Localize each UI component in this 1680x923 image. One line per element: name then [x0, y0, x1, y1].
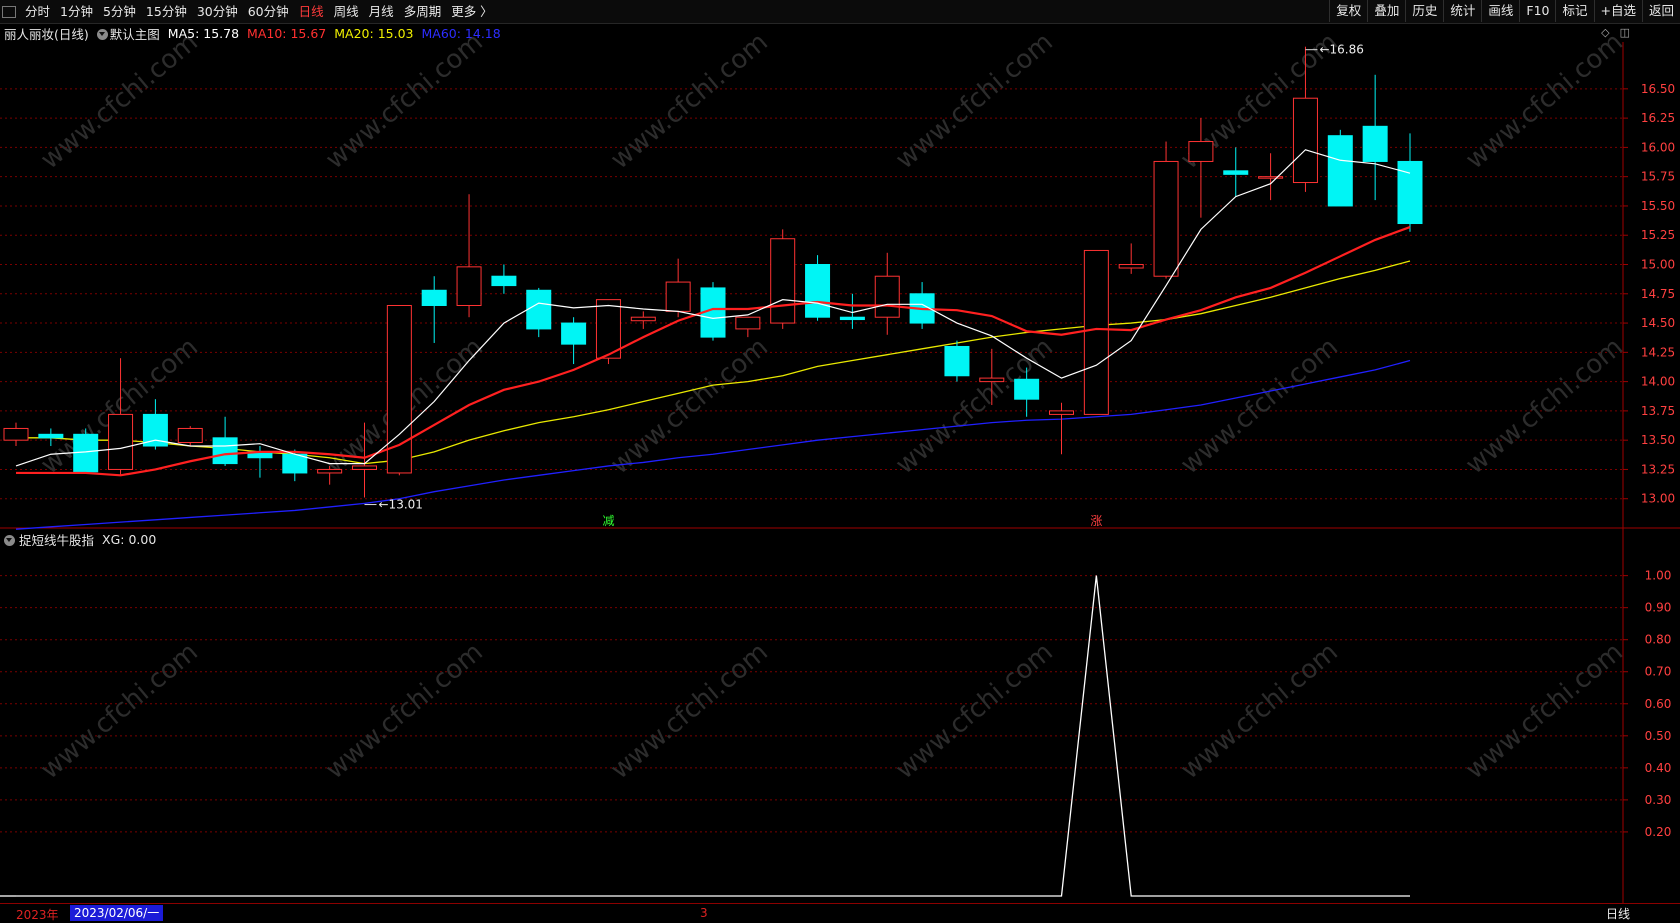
- template-name[interactable]: 默认主图: [110, 24, 160, 43]
- candle-down: [1014, 378, 1040, 400]
- date-bar: 2023年 2023/02/06/一 3 日线: [0, 903, 1680, 923]
- candle-up: [352, 465, 377, 470]
- cursor-date: 2023/02/06/一: [70, 905, 164, 921]
- price-tick-label: 14.50: [1641, 316, 1675, 330]
- candle-down: [1362, 125, 1388, 162]
- ma10-value: MA10: 15.67: [247, 25, 327, 41]
- watermark: www.cfchi.com: [1460, 27, 1629, 175]
- indicator-tick-label: 0.30: [1645, 793, 1672, 807]
- watermark: www.cfchi.com: [320, 27, 489, 175]
- price-tick-label: 15.75: [1641, 170, 1675, 184]
- candle-up: [979, 377, 1005, 383]
- period-label: 日线: [1605, 907, 1630, 921]
- candle-up: [108, 413, 134, 470]
- stock-name: 丽人丽妆(日线): [4, 26, 89, 42]
- candle-up: [770, 238, 796, 324]
- watermark: www.cfchi.com: [605, 332, 774, 480]
- candle-down: [38, 433, 64, 439]
- price-tick-label: 14.75: [1641, 287, 1675, 301]
- indicator-info: 捉短线牛股指 XG: 0.00: [0, 530, 156, 548]
- indicator-tick-label: 0.40: [1645, 761, 1672, 775]
- panel-controls: ◇ ◫: [1601, 26, 1630, 39]
- signal-marker: 减: [602, 514, 614, 528]
- candle-up: [874, 275, 900, 318]
- candle-down: [1327, 135, 1353, 207]
- watermark: www.cfchi.com: [35, 27, 204, 175]
- indicator-tick-label: 0.70: [1645, 665, 1672, 679]
- diamond-icon[interactable]: ◇: [1601, 26, 1609, 39]
- watermark: www.cfchi.com: [1460, 332, 1629, 480]
- watermark: www.cfchi.com: [1175, 637, 1344, 785]
- candle-up: [317, 468, 343, 474]
- watermark: www.cfchi.com: [890, 637, 1059, 785]
- watermark: www.cfchi.com: [605, 27, 774, 175]
- price-tick-label: 13.00: [1641, 492, 1675, 506]
- indicator-tick-label: 0.50: [1645, 729, 1672, 743]
- ma20-value: MA20: 15.03: [334, 25, 414, 41]
- indicator-tick-label: 0.90: [1645, 601, 1672, 615]
- signal-marker: 涨: [1090, 513, 1102, 528]
- candle-down: [839, 316, 865, 321]
- watermark: www.cfchi.com: [320, 637, 489, 785]
- price-tick-label: 15.50: [1641, 199, 1675, 213]
- price-tick-label: 14.25: [1641, 345, 1675, 359]
- price-tick-label: 16.50: [1641, 82, 1675, 96]
- year-label: 2023年: [16, 908, 59, 922]
- candle-down: [73, 433, 99, 473]
- candle-up: [3, 427, 29, 441]
- candle-down: [944, 345, 970, 377]
- candle-down: [212, 437, 238, 465]
- candle-up: [630, 316, 656, 322]
- ma60-value: MA60: 14.18: [421, 25, 501, 41]
- candle-up: [735, 316, 761, 330]
- extreme-price-label: ←16.86: [1319, 43, 1363, 57]
- candle-up: [1049, 410, 1074, 415]
- candle-down: [561, 322, 587, 345]
- main-chart-info: 丽人丽妆(日线) 默认主图 MA5: 15.78 MA10: 15.67 MA2…: [0, 24, 509, 42]
- watermark: www.cfchi.com: [890, 27, 1059, 175]
- candle-up: [1292, 97, 1318, 184]
- candle-up: [1153, 160, 1179, 277]
- candle-up: [1188, 141, 1214, 162]
- price-tick-label: 13.50: [1641, 433, 1675, 447]
- extreme-price-label: ←13.01: [379, 498, 423, 512]
- candle-up: [1083, 249, 1109, 415]
- candle-down: [526, 289, 552, 330]
- watermark: www.cfchi.com: [1460, 637, 1629, 785]
- candle-up: [456, 266, 482, 306]
- indicator-tick-label: 0.80: [1645, 633, 1672, 647]
- indicator-xg: XG: 0.00: [102, 531, 157, 547]
- price-tick-label: 15.00: [1641, 258, 1675, 272]
- indicator-tick-label: 0.60: [1645, 697, 1672, 711]
- candle-down: [1223, 170, 1249, 175]
- candle-up: [1118, 264, 1144, 269]
- indicator-tick-label: 1.00: [1645, 569, 1672, 583]
- candle-down: [805, 264, 831, 318]
- candle-down: [491, 275, 517, 287]
- indicator-name[interactable]: 捉短线牛股指: [19, 530, 94, 549]
- watermark: www.cfchi.com: [605, 637, 774, 785]
- candle-up: [1258, 176, 1284, 179]
- price-tick-label: 16.00: [1641, 140, 1675, 154]
- price-tick-label: 13.25: [1641, 462, 1675, 476]
- template-dropdown-icon[interactable]: [96, 28, 108, 40]
- watermark: www.cfchi.com: [890, 332, 1059, 480]
- price-tick-label: 14.00: [1641, 375, 1675, 389]
- candle-up: [177, 427, 203, 444]
- watermark: www.cfchi.com: [35, 637, 204, 785]
- kline-chart[interactable]: 13.00 13.25 13.50 13.75 14.00 14.25 14.50 14.75…: [0, 0, 1680, 922]
- price-tick-label: 16.25: [1641, 111, 1675, 125]
- watermark: www.cfchi.com: [1175, 332, 1344, 480]
- candle-down: [421, 289, 447, 306]
- candle-up: [665, 281, 691, 312]
- month-marker: 3: [700, 906, 708, 920]
- expand-icon[interactable]: ◫: [1620, 26, 1630, 39]
- price-tick-label: 15.25: [1641, 228, 1675, 242]
- indicator-dropdown-icon[interactable]: [4, 534, 15, 546]
- price-tick-label: 13.75: [1641, 404, 1675, 418]
- indicator-tick-label: 0.20: [1645, 825, 1672, 839]
- ma5-value: MA5: 15.78: [167, 25, 240, 41]
